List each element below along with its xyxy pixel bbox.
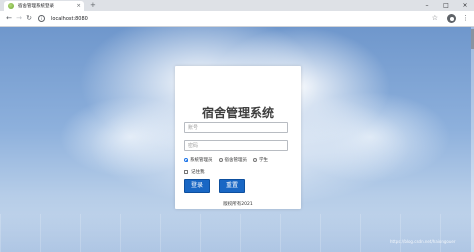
radio-dorm-admin[interactable] (218, 158, 223, 162)
radio-system-admin[interactable] (184, 158, 188, 162)
tab-close-icon[interactable]: × (76, 2, 81, 10)
role-label-system-admin: 系统管理员 (190, 158, 213, 163)
role-option-dorm-admin[interactable]: 宿舍管理员 (218, 157, 248, 163)
remember-me[interactable]: 记住我 (184, 169, 205, 175)
role-label-student: 学生 (259, 158, 268, 163)
site-info-icon[interactable]: i (38, 15, 45, 22)
browser-tab[interactable]: 宿舍管理系统登录 × (4, 1, 84, 11)
url-text[interactable]: localhost:8080 (51, 16, 88, 22)
bookmark-star-icon[interactable]: ☆ (432, 13, 438, 24)
profile-avatar-icon[interactable] (447, 14, 456, 23)
remember-me-checkbox[interactable] (184, 170, 188, 174)
remember-me-label: 记住我 (191, 170, 205, 175)
tab-title: 宿舍管理系统登录 (18, 4, 54, 9)
role-option-student[interactable]: 学生 (253, 157, 268, 163)
new-tab-icon[interactable]: + (90, 1, 96, 9)
username-input[interactable] (184, 122, 288, 133)
reload-icon[interactable]: ↻ (24, 13, 34, 24)
role-option-system-admin[interactable]: 系统管理员 (184, 157, 213, 163)
address-bar[interactable]: i localhost:8080 (38, 13, 368, 24)
browser-toolbar: ← → ↻ i localhost:8080 ☆ ⋮ (0, 11, 474, 27)
role-radio-group: 系统管理员 宿舍管理员 学生 (184, 157, 274, 163)
minimize-icon[interactable]: – (418, 0, 436, 11)
copyright-text: 版权所有2021 (223, 202, 253, 207)
role-label-dorm-admin: 宿舍管理员 (224, 158, 248, 163)
background-floor (0, 214, 474, 252)
password-input[interactable] (184, 140, 288, 151)
watermark-text: https://blog.csdn.net/haiongouer (390, 239, 456, 244)
maximize-icon[interactable]: □ (437, 0, 455, 11)
back-icon[interactable]: ← (4, 13, 14, 24)
forward-icon[interactable]: → (14, 13, 24, 24)
login-title: 宿舍管理系统 (201, 106, 274, 120)
radio-student[interactable] (253, 158, 257, 162)
browser-menu-icon[interactable]: ⋮ (462, 13, 469, 24)
reset-button[interactable]: 重置 (219, 179, 245, 193)
favicon-icon (8, 3, 14, 9)
tab-strip: 宿舍管理系统登录 × + – □ × (0, 0, 474, 11)
window-close-icon[interactable]: × (456, 0, 474, 11)
login-button[interactable]: 登录 (184, 179, 210, 193)
